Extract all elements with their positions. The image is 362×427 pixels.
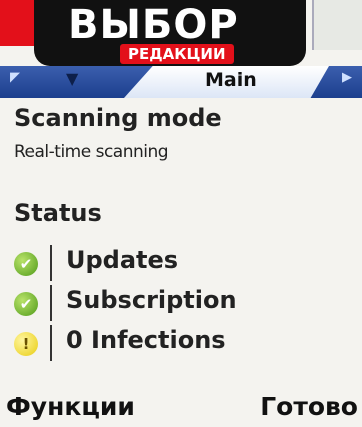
check-icon: ✔ (14, 252, 38, 276)
tab-bar: ◤ ▼ Main ▶ (0, 66, 362, 98)
corner-decoration (312, 0, 362, 50)
status-label: Subscription (66, 286, 237, 314)
options-softkey[interactable]: Функции (6, 392, 135, 421)
status-divider (50, 245, 52, 281)
status-divider (50, 285, 52, 321)
tab-right-arrow-icon[interactable]: ▶ (342, 70, 352, 85)
check-icon: ✔ (14, 292, 38, 316)
tab-main-label: Main (205, 69, 257, 91)
chevron-down-icon[interactable]: ▼ (66, 69, 78, 88)
warning-icon: ! (14, 332, 38, 356)
done-softkey[interactable]: Готово (260, 392, 358, 421)
badge-subtitle: РЕДАКЦИИ (120, 44, 234, 64)
status-label: Updates (66, 246, 179, 274)
status-heading: Status (14, 199, 102, 227)
editors-choice-badge: ВЫБОР РЕДАКЦИИ (0, 0, 310, 68)
antivirus-screen: ◤ ▼ Main ▶ Scanning mode Real-time scann… (0, 0, 362, 427)
softkey-bar: Функции Готово (0, 390, 362, 427)
scanning-mode-heading: Scanning mode (14, 104, 222, 132)
badge-title: ВЫБОР (68, 2, 239, 48)
status-label: 0 Infections (66, 326, 226, 354)
tab-left-arrow-icon[interactable]: ◤ (10, 70, 20, 85)
status-divider (50, 325, 52, 361)
scanning-mode-value[interactable]: Real-time scanning (14, 142, 169, 162)
